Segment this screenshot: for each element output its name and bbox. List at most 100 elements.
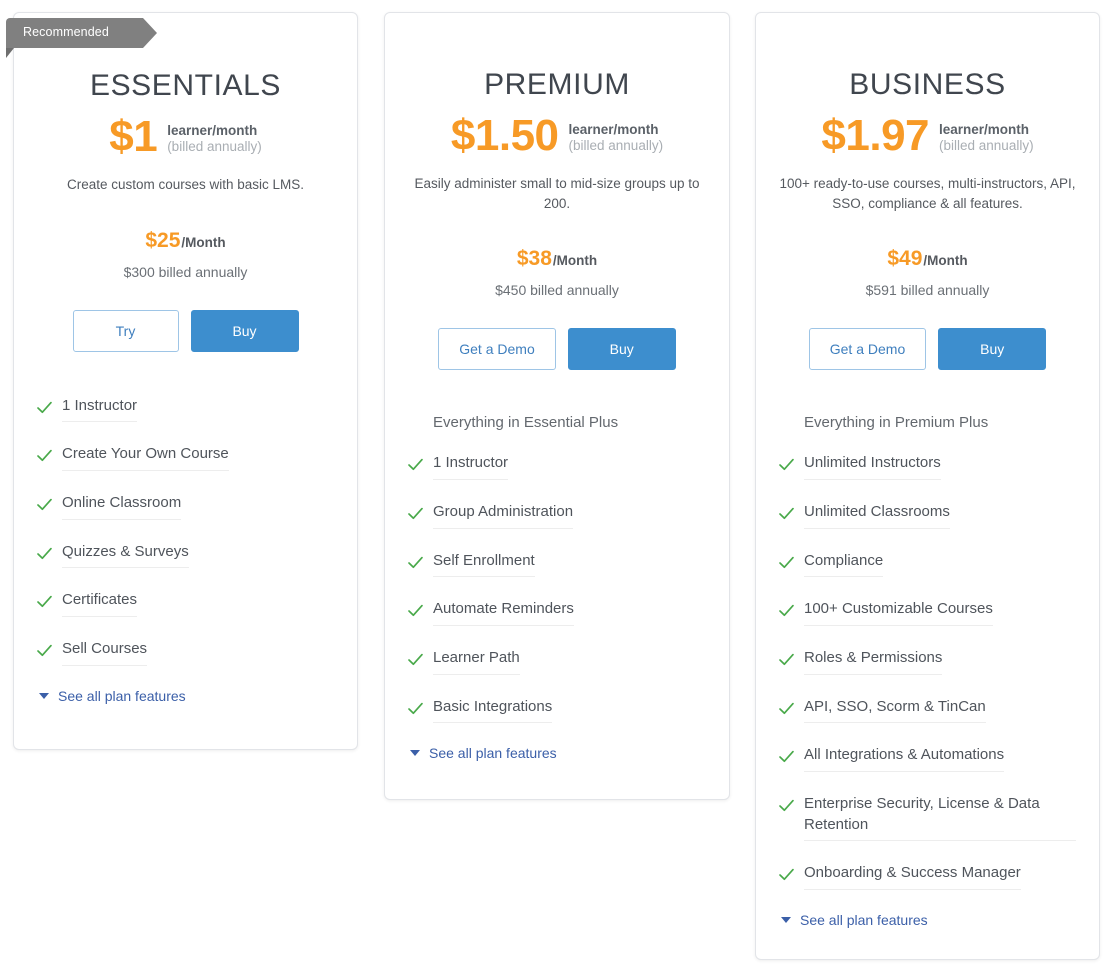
headline-amount: $1.50 bbox=[450, 111, 559, 160]
check-icon bbox=[778, 651, 795, 668]
plan-actions: Get a Demo Buy bbox=[385, 328, 729, 371]
check-icon bbox=[36, 593, 53, 610]
monthly-price-block: $49/Month $591 billed annually bbox=[756, 247, 1099, 298]
check-icon bbox=[407, 602, 424, 619]
check-icon bbox=[407, 554, 424, 571]
monthly-period: /Month bbox=[181, 234, 226, 250]
unit-secondary: (billed annually) bbox=[939, 137, 1034, 153]
list-item: Basic Integrations bbox=[407, 697, 709, 730]
list-item: Enterprise Security, License & Data Rete… bbox=[778, 794, 1079, 847]
check-icon bbox=[407, 700, 424, 717]
feature-list: Unlimited Instructors Unlimited Classroo… bbox=[778, 453, 1079, 896]
check-icon bbox=[778, 602, 795, 619]
list-item: Unlimited Classrooms bbox=[778, 502, 1079, 535]
list-item: Create Your Own Course bbox=[36, 444, 337, 477]
see-all-label: See all plan features bbox=[429, 745, 557, 762]
check-icon bbox=[778, 700, 795, 717]
plan-card-essentials: ESSENTIALS $1 learner/month (billed annu… bbox=[13, 12, 358, 750]
get-a-demo-button[interactable]: Get a Demo bbox=[438, 328, 556, 371]
monthly-period: /Month bbox=[552, 253, 598, 269]
chevron-down-icon bbox=[410, 750, 420, 757]
list-item: Sell Courses bbox=[36, 639, 337, 672]
feature-label: Group Administration bbox=[433, 502, 574, 529]
feature-label: 1 Instructor bbox=[62, 396, 138, 423]
annual-billing-note: $591 billed annually bbox=[865, 282, 990, 299]
see-all-label: See all plan features bbox=[58, 687, 186, 704]
feature-label: Roles & Permissions bbox=[804, 648, 943, 675]
see-all-plan-features-link[interactable]: See all plan features bbox=[778, 912, 1079, 928]
feature-label: Create Your Own Course bbox=[62, 444, 229, 471]
headline-unit: learner/month (billed annually) bbox=[569, 119, 664, 153]
check-icon bbox=[778, 505, 795, 522]
see-all-plan-features-link[interactable]: See all plan features bbox=[36, 688, 337, 704]
see-all-label: See all plan features bbox=[800, 912, 928, 928]
plan-actions: Get a Demo Buy bbox=[756, 328, 1099, 371]
feature-label: Unlimited Classrooms bbox=[804, 502, 950, 529]
check-icon bbox=[36, 447, 53, 464]
headline-amount: $1 bbox=[109, 112, 158, 161]
list-item: Roles & Permissions bbox=[778, 648, 1079, 681]
list-item: Compliance bbox=[778, 551, 1079, 584]
list-item: Self Enrollment bbox=[407, 551, 709, 584]
feature-list: 1 Instructor Create Your Own Course Onli… bbox=[36, 396, 337, 672]
recommended-ribbon-label: Recommended bbox=[23, 25, 109, 39]
feature-label: 1 Instructor bbox=[433, 453, 509, 480]
list-item: 100+ Customizable Courses bbox=[778, 599, 1079, 632]
try-button[interactable]: Try bbox=[72, 309, 179, 352]
headline-price: $1.97 learner/month (billed annually) bbox=[756, 114, 1099, 158]
monthly-amount: $25 bbox=[145, 228, 181, 252]
list-item: Group Administration bbox=[407, 502, 709, 535]
plan-tagline: Create custom courses with basic LMS. bbox=[66, 177, 305, 192]
plan-title: BUSINESS bbox=[849, 68, 1006, 101]
see-all-plan-features-link[interactable]: See all plan features bbox=[407, 745, 709, 761]
monthly-price-block: $25/Month $300 billed annually bbox=[14, 229, 357, 280]
check-icon bbox=[36, 399, 53, 416]
feature-label: Enterprise Security, License & Data Rete… bbox=[804, 794, 1076, 842]
list-item: Online Classroom bbox=[36, 493, 337, 526]
chevron-down-icon bbox=[781, 917, 791, 923]
plan-tagline: 100+ ready-to-use courses, multi-instruc… bbox=[779, 176, 1076, 211]
list-item: All Integrations & Automations bbox=[778, 745, 1079, 778]
feature-label: Learner Path bbox=[433, 648, 520, 675]
buy-button[interactable]: Buy bbox=[938, 328, 1047, 371]
list-item: API, SSO, Scorm & TinCan bbox=[778, 697, 1079, 730]
plan-actions: Try Buy bbox=[14, 309, 357, 352]
buy-button[interactable]: Buy bbox=[190, 309, 299, 352]
feature-label: Quizzes & Surveys bbox=[62, 542, 189, 569]
unit-primary: learner/month bbox=[939, 121, 1030, 137]
unit-primary: learner/month bbox=[568, 121, 659, 137]
recommended-ribbon: Recommended bbox=[6, 18, 157, 58]
list-item: Learner Path bbox=[407, 648, 709, 681]
feature-label: 100+ Customizable Courses bbox=[804, 599, 993, 626]
headline-price: $1.50 learner/month (billed annually) bbox=[385, 114, 729, 158]
feature-label: Certificates bbox=[62, 590, 138, 617]
monthly-price-block: $38/Month $450 billed annually bbox=[385, 247, 729, 298]
feature-label: API, SSO, Scorm & TinCan bbox=[804, 697, 986, 724]
feature-label: Automate Reminders bbox=[433, 599, 574, 626]
unit-secondary: (billed annually) bbox=[568, 137, 664, 153]
monthly-amount: $49 bbox=[887, 247, 923, 271]
headline-unit: learner/month (billed annually) bbox=[939, 119, 1034, 153]
pricing-plans-board: ESSENTIALS $1 learner/month (billed annu… bbox=[0, 0, 1108, 971]
feature-label: Onboarding & Success Manager bbox=[804, 863, 1021, 890]
check-icon bbox=[778, 456, 795, 473]
feature-label: Basic Integrations bbox=[433, 697, 553, 724]
features-wrap: 1 Instructor Create Your Own Course Onli… bbox=[14, 396, 357, 704]
get-a-demo-button[interactable]: Get a Demo bbox=[808, 328, 927, 371]
features-wrap: Everything in Premium Plus Unlimited Ins… bbox=[756, 414, 1099, 928]
feature-label: Online Classroom bbox=[62, 493, 182, 520]
plan-card-premium: PREMIUM $1.50 learner/month (billed annu… bbox=[384, 12, 730, 800]
check-icon bbox=[778, 554, 795, 571]
check-icon bbox=[778, 797, 795, 814]
check-icon bbox=[778, 748, 795, 765]
headline-unit: learner/month (billed annually) bbox=[167, 120, 262, 154]
buy-button[interactable]: Buy bbox=[567, 328, 676, 371]
list-item: 1 Instructor bbox=[407, 453, 709, 486]
monthly-period: /Month bbox=[923, 253, 968, 269]
feature-label: Compliance bbox=[804, 551, 884, 578]
chevron-down-icon bbox=[39, 692, 49, 699]
list-item: Certificates bbox=[36, 590, 337, 623]
list-item: Onboarding & Success Manager bbox=[778, 863, 1079, 896]
check-icon bbox=[778, 866, 795, 883]
annual-billing-note: $300 billed annually bbox=[123, 263, 248, 280]
